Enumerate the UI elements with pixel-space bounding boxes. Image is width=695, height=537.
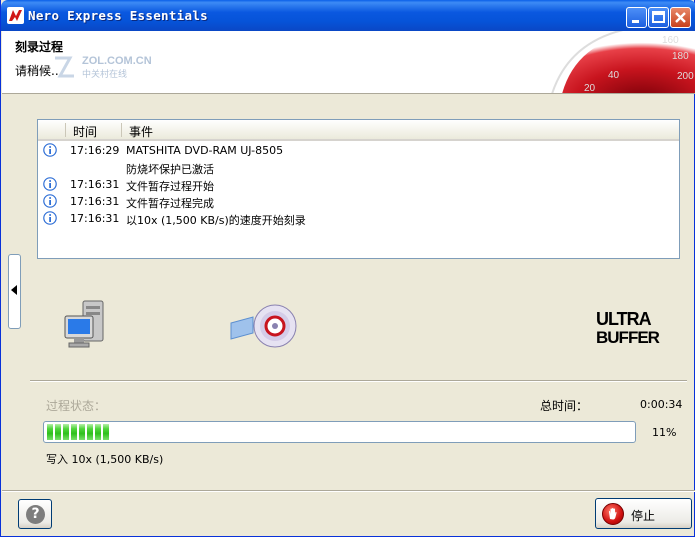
burn-progress-bar [43, 421, 636, 443]
log-time: 17:16:31 [70, 195, 120, 208]
log-event: 文件暂存过程开始 [126, 180, 214, 193]
progress-segment [63, 424, 69, 440]
watermark-sub-text: 中关村在线 [82, 68, 127, 80]
column-header-time[interactable]: 时间 [73, 123, 97, 140]
computer-icon [64, 300, 104, 348]
progress-segment [95, 424, 101, 440]
progress-segment [47, 424, 53, 440]
speedometer-graphic: 160 180 200 40 20 [551, 31, 695, 94]
speedo-20: 20 [584, 83, 596, 94]
ultra-buffer-line1: ULTRA [596, 309, 652, 329]
total-time-value: 0:00:34 [640, 398, 683, 411]
title-bar[interactable]: Nero Express Essentials [1, 0, 695, 31]
log-event: 文件暂存过程完成 [126, 197, 214, 210]
column-header-event[interactable]: 事件 [129, 123, 153, 140]
nero-express-window: Nero Express Essentials 刻录过程 请稍候... ZOL.… [0, 0, 695, 537]
minimize-button[interactable] [626, 7, 647, 28]
progress-segment [87, 424, 93, 440]
log-row[interactable]: 17:16:31 以10x (1,500 KB/s)的速度开始刻录 [38, 210, 679, 227]
log-event: 防烧坏保护已激活 [126, 163, 214, 176]
progress-segment [71, 424, 77, 440]
maximize-button[interactable] [648, 7, 669, 28]
zol-watermark: ZOL.COM.CN 中关村在线 [55, 55, 152, 80]
log-event: MATSHITA DVD-RAM UJ-8505 [126, 144, 284, 157]
divider [30, 380, 687, 382]
log-row[interactable]: 17:16:31 文件暂存过程开始 [38, 176, 679, 193]
speedo-200: 200 [677, 71, 694, 82]
write-speed-text: 写入 10x (1,500 KB/s) [46, 453, 164, 466]
column-separator [65, 123, 66, 137]
nero-app-icon [7, 7, 24, 24]
close-button[interactable] [670, 7, 691, 28]
collapse-panel-tab[interactable] [8, 254, 21, 329]
divider [2, 490, 695, 492]
watermark-main-text: ZOL.COM.CN [82, 55, 152, 67]
log-row[interactable]: 17:16:29 MATSHITA DVD-RAM UJ-8505 [38, 142, 679, 159]
stop-hand-icon [602, 503, 624, 525]
log-row[interactable]: 防烧坏保护已激活 [38, 159, 679, 176]
log-header: 时间 事件 [38, 120, 679, 141]
log-time: 17:16:31 [70, 212, 120, 225]
help-icon: ? [26, 505, 45, 524]
speedo-160: 160 [662, 35, 679, 46]
log-row[interactable]: 17:16:31 文件暂存过程完成 [38, 193, 679, 210]
disc-burn-icon [230, 304, 297, 348]
progress-segment [55, 424, 61, 440]
log-time: 17:16:31 [70, 178, 120, 191]
log-event: 以10x (1,500 KB/s)的速度开始刻录 [126, 214, 306, 227]
column-separator [121, 123, 122, 137]
speedo-180: 180 [672, 51, 689, 62]
progress-segment [79, 424, 85, 440]
info-icon [43, 143, 57, 157]
speedo-40: 40 [608, 70, 620, 81]
wizard-header: 刻录过程 请稍候... ZOL.COM.CN 中关村在线 160 180 200… [2, 31, 695, 94]
event-log-list[interactable]: 时间 事件 17:16:29 MATSHITA DVD-RAM UJ-8505 防烧… [37, 119, 680, 259]
process-status-label: 过程状态： [46, 399, 107, 413]
log-time: 17:16:29 [70, 144, 120, 157]
stop-button[interactable]: 停止 [595, 498, 692, 529]
progress-fill [47, 424, 632, 440]
ultra-buffer-logo: ULTRA BUFFER [596, 309, 661, 345]
help-button[interactable]: ? [18, 499, 52, 529]
window-title: Nero Express Essentials [28, 8, 208, 23]
info-icon [43, 194, 57, 208]
ultra-buffer-line2: BUFFER [596, 328, 660, 345]
progress-segment [103, 424, 109, 440]
stop-button-label: 停止 [631, 509, 656, 523]
info-icon [43, 177, 57, 191]
info-icon [43, 211, 57, 225]
total-time-label: 总时间： [540, 399, 589, 413]
progress-percent: 11% [652, 426, 677, 439]
arrow-left-icon [11, 285, 17, 295]
